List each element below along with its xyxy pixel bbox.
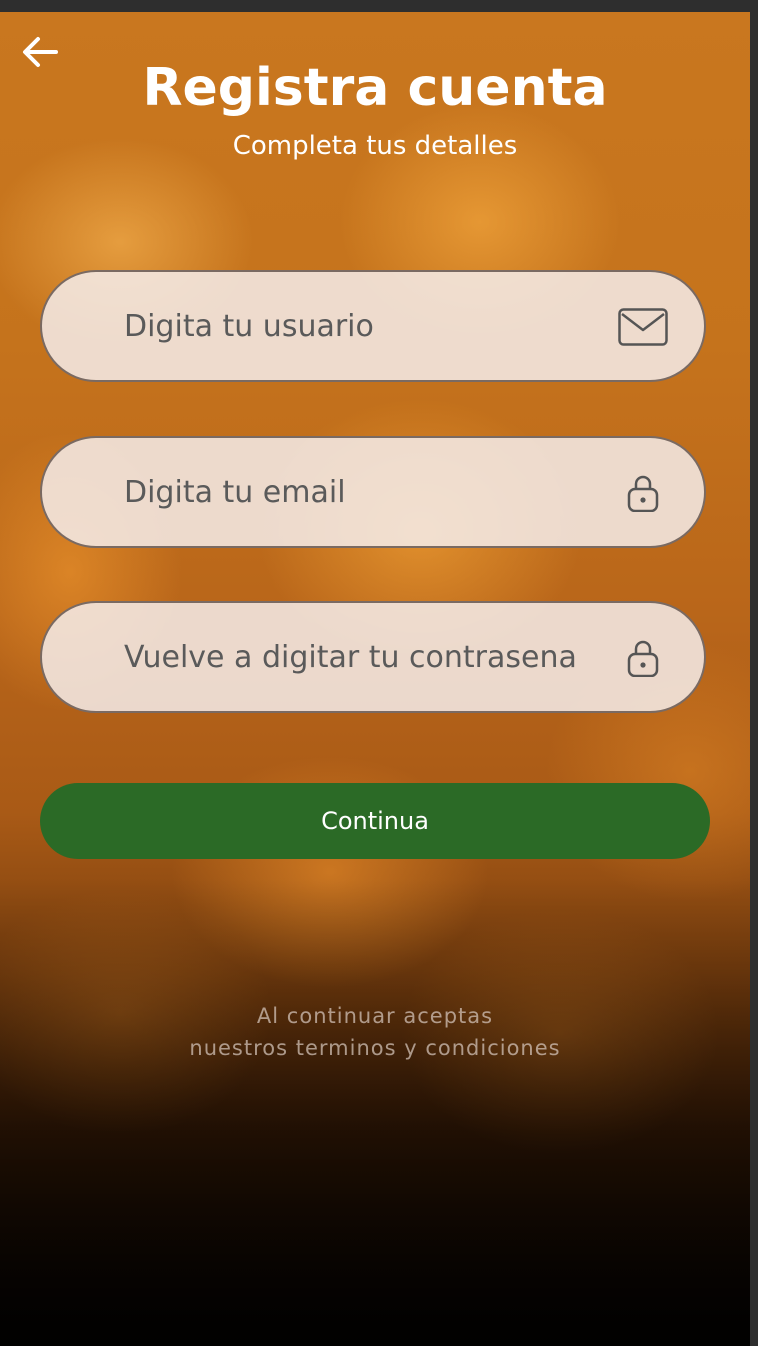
terms-link[interactable]: nuestros terminos y condiciones	[0, 1032, 750, 1064]
device-frame: Registra cuenta Completa tus detalles Di…	[0, 0, 758, 1346]
email-input[interactable]	[124, 438, 614, 546]
username-input[interactable]	[124, 272, 614, 380]
envelope-icon	[618, 308, 668, 346]
confirm-password-input[interactable]	[124, 603, 614, 711]
confirm-password-field[interactable]	[40, 601, 706, 713]
page-title: Registra cuenta	[142, 58, 608, 118]
lock-icon	[618, 474, 668, 512]
email-field[interactable]	[40, 436, 706, 548]
lock-icon	[618, 639, 668, 677]
continue-button[interactable]: Continua	[40, 783, 710, 859]
page-subtitle: Completa tus detalles	[232, 131, 518, 161]
register-screen: Registra cuenta Completa tus detalles Di…	[0, 12, 750, 1346]
username-field[interactable]	[40, 270, 706, 382]
terms-text: Al continuar aceptas	[256, 1004, 494, 1028]
terms-notice: Al continuar aceptas nuestros terminos y…	[0, 1000, 750, 1064]
